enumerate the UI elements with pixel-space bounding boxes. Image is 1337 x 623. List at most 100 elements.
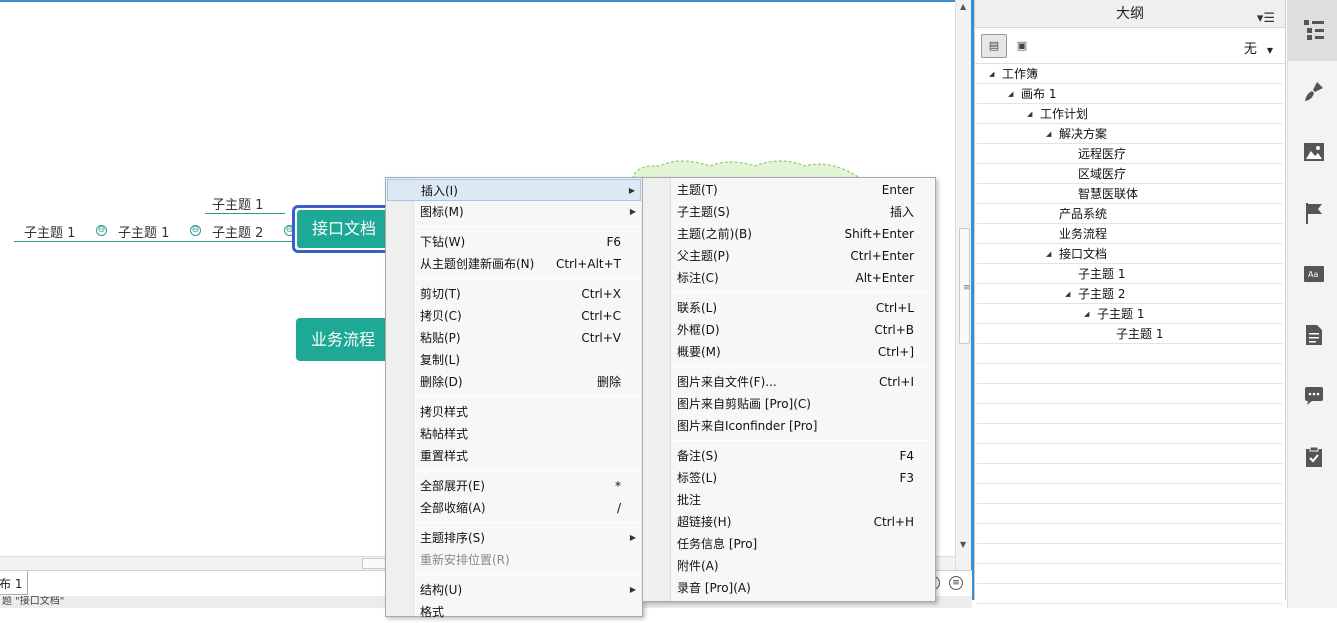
menu-item[interactable]: 主题(T) Enter	[644, 179, 934, 201]
scroll-up-icon[interactable]: ▲	[960, 2, 966, 11]
menu-item[interactable]: 录音 [Pro](A)	[644, 577, 934, 599]
menu-item[interactable]: 标签(L) F3	[644, 467, 934, 489]
menu-item[interactable]: 图片来自Iconfinder [Pro]	[644, 415, 934, 437]
menu-item[interactable]: 附件(A)	[644, 555, 934, 577]
format-brush-icon[interactable]	[1288, 61, 1337, 122]
outline-row[interactable]: ◢ 画布 1	[977, 84, 1283, 104]
outline-row[interactable]: 区域医疗	[977, 164, 1283, 184]
notes-icon[interactable]	[1288, 305, 1337, 366]
menu-item[interactable]: 重置样式	[387, 445, 641, 467]
menu-separator	[673, 440, 933, 441]
menu-item[interactable]: 格式	[387, 601, 641, 623]
scroll-thumb[interactable]: ≡	[959, 228, 971, 344]
menu-item[interactable]: 图片来自剪贴画 [Pro](C)	[644, 393, 934, 415]
submenu-arrow-icon: ▶	[629, 585, 636, 594]
view-options-icon[interactable]: ≡	[949, 576, 963, 590]
outline-row-label: 画布 1	[1021, 87, 1057, 101]
menu-item-label: 外框(D)	[677, 323, 720, 337]
menu-item[interactable]: 备注(S) F4	[644, 445, 934, 467]
expand-toggle-icon[interactable]: ◢	[1084, 304, 1089, 324]
menu-item[interactable]: 外框(D) Ctrl+B	[644, 319, 934, 341]
image-icon[interactable]	[1288, 122, 1337, 183]
menu-item[interactable]: 全部展开(E) *	[387, 475, 641, 497]
outline-title: 大纲	[1116, 6, 1144, 22]
collapse-icon[interactable]: ⊖	[96, 225, 107, 236]
expand-toggle-icon[interactable]: ◢	[1027, 104, 1032, 124]
menu-item[interactable]: 概要(M) Ctrl+]	[644, 341, 934, 363]
topic-subtopic-1-top[interactable]: 子主题 1	[212, 194, 263, 213]
outline-tree-view-icon[interactable]: ▤	[981, 34, 1007, 58]
topic-business-flow[interactable]: 业务流程	[296, 318, 392, 361]
menu-item-label: 主题排序(S)	[420, 531, 485, 545]
menu-item[interactable]: 主题(之前)(B) Shift+Enter	[644, 223, 934, 245]
comment-icon[interactable]	[1288, 366, 1337, 427]
menu-item[interactable]: 批注	[644, 489, 934, 511]
task-icon[interactable]	[1288, 427, 1337, 488]
menu-item[interactable]: 粘贴(P) Ctrl+V	[387, 327, 641, 349]
outline-empty-row	[977, 464, 1283, 484]
expand-toggle-icon[interactable]: ◢	[1065, 284, 1070, 304]
menu-item[interactable]: 从主题创建新画布(N) Ctrl+Alt+T	[387, 253, 641, 275]
menu-item[interactable]: 拷贝样式	[387, 401, 641, 423]
outline-row[interactable]: 子主题 1	[977, 264, 1283, 284]
outline-list-view-icon[interactable]: ▣	[1009, 34, 1035, 58]
menu-item-shortcut: F3	[899, 471, 914, 485]
menu-item[interactable]: 粘帖样式	[387, 423, 641, 445]
menu-item[interactable]: 联系(L) Ctrl+L	[644, 297, 934, 319]
menu-item[interactable]: 任务信息 [Pro]	[644, 533, 934, 555]
expand-toggle-icon[interactable]: ◢	[1046, 124, 1051, 144]
outline-row[interactable]: ◢ 接口文档	[977, 244, 1283, 264]
menu-item[interactable]: 子主题(S) 插入	[644, 201, 934, 223]
topic-subtopic-2[interactable]: 子主题 2	[212, 222, 263, 241]
expand-toggle-icon[interactable]: ◢	[1008, 84, 1013, 104]
menu-item-label: 格式	[420, 605, 445, 619]
menu-item[interactable]: 图标(M) ▶	[387, 201, 641, 223]
menu-item[interactable]: 超链接(H) Ctrl+H	[644, 511, 934, 533]
expand-toggle-icon[interactable]: ◢	[1046, 244, 1051, 264]
outline-row[interactable]: 智慧医联体	[977, 184, 1283, 204]
menu-item[interactable]: 剪切(T) Ctrl+X	[387, 283, 641, 305]
topic-label: 接口文档	[297, 210, 387, 248]
menu-item[interactable]: 主题排序(S) ▶	[387, 527, 641, 549]
menu-item-label: 下钻(W)	[420, 235, 466, 249]
menu-item[interactable]: 全部收缩(A) /	[387, 497, 641, 519]
menu-item[interactable]: 父主题(P) Ctrl+Enter	[644, 245, 934, 267]
outline-row[interactable]: 远程医疗	[977, 144, 1283, 164]
scroll-down-icon[interactable]: ▼	[960, 540, 966, 549]
expand-toggle-icon[interactable]: ◢	[989, 64, 994, 84]
menu-item[interactable]: 复制(L)	[387, 349, 641, 371]
menu-item-label: 任务信息 [Pro]	[677, 537, 758, 551]
menu-item[interactable]: 图片来自文件(F)... Ctrl+I	[644, 371, 934, 393]
outline-filter-select[interactable]: 无 ▼	[1244, 38, 1273, 57]
menu-item-shortcut: Ctrl+L	[875, 301, 914, 315]
sheet-tab[interactable]: 布 1	[0, 571, 28, 595]
outline-row-label: 区域医疗	[1078, 167, 1127, 181]
menu-item[interactable]: 插入(I) ▶	[387, 179, 641, 201]
outline-empty-row	[977, 524, 1283, 544]
menu-item[interactable]: 结构(U) ▶	[387, 579, 641, 601]
menu-item[interactable]: 删除(D) 删除	[387, 371, 641, 393]
canvas-vertical-scrollbar[interactable]: ▲ ≡ ▼	[955, 0, 972, 570]
outline-row[interactable]: ◢ 工作计划	[977, 104, 1283, 124]
outline-row[interactable]: 产品系统	[977, 204, 1283, 224]
outline-row[interactable]: ◢ 子主题 2	[977, 284, 1283, 304]
flag-marker-icon[interactable]	[1288, 183, 1337, 244]
topic-subtopic-1-mid[interactable]: 子主题 1	[118, 222, 169, 241]
text-style-icon[interactable]: Aa	[1288, 244, 1337, 305]
menu-item[interactable]: 标注(C) Alt+Enter	[644, 267, 934, 289]
outline-row-label: 接口文档	[1059, 247, 1108, 261]
outline-icon[interactable]	[1288, 0, 1337, 61]
collapse-icon[interactable]: ⊖	[190, 225, 201, 236]
menu-item-label: 超链接(H)	[677, 515, 732, 529]
menu-item[interactable]: 拷贝(C) Ctrl+C	[387, 305, 641, 327]
topic-subtopic-1-left[interactable]: 子主题 1	[24, 222, 75, 241]
topic-interface-doc[interactable]: 接口文档	[292, 205, 392, 253]
outline-row[interactable]: 业务流程	[977, 224, 1283, 244]
outline-row[interactable]: 子主题 1	[977, 324, 1283, 344]
menu-item[interactable]: 下钻(W) F6	[387, 231, 641, 253]
menu-item-label: 子主题(S)	[677, 205, 730, 219]
outline-row[interactable]: ◢ 工作簿	[977, 64, 1283, 84]
outline-row[interactable]: ◢ 子主题 1	[977, 304, 1283, 324]
outline-row[interactable]: ◢ 解决方案	[977, 124, 1283, 144]
outline-panel: 大纲 ▾☰ ▤ ▣ 无 ▼ ◢ 工作簿 ◢ 画布 1 ◢ 工作计划 ◢ 解决方案 远程医疗 区域医疗…	[974, 0, 1286, 604]
